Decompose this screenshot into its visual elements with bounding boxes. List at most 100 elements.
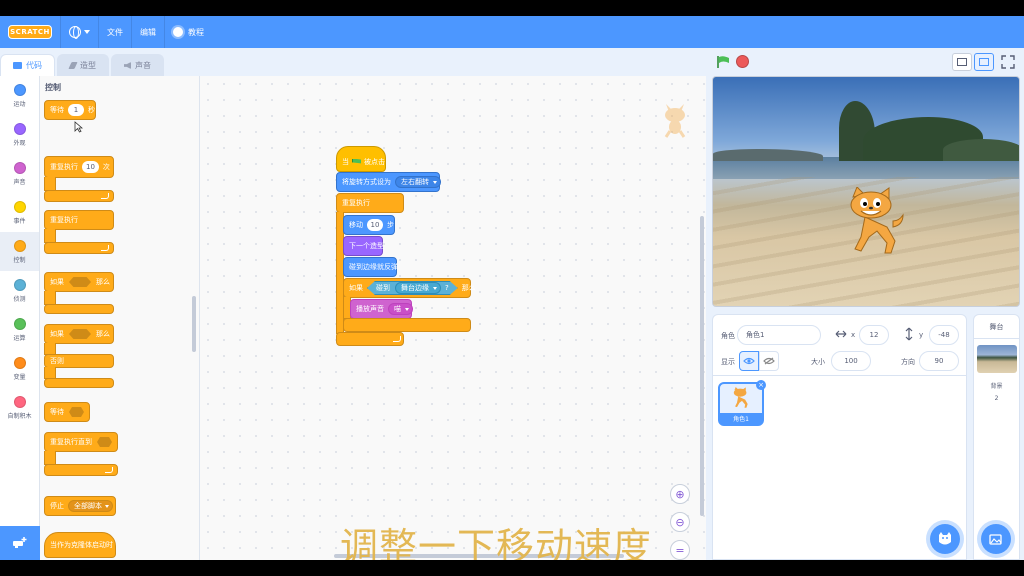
category-label: 声音	[13, 178, 26, 186]
x-label: x	[851, 331, 856, 339]
x-arrows-icon	[835, 330, 847, 338]
zoom-in-icon: ⊕	[675, 487, 685, 501]
move-steps-input[interactable]: 10	[367, 219, 383, 231]
condition-slot[interactable]	[69, 329, 91, 339]
green-flag-button[interactable]	[716, 55, 730, 69]
condition-slot[interactable]	[69, 407, 84, 417]
stage-backdrop-mountain	[943, 139, 1019, 161]
small-stage-button[interactable]	[952, 53, 972, 71]
condition-slot[interactable]	[97, 437, 112, 447]
zoom-out-button[interactable]: ⊖	[670, 512, 690, 532]
repeat-until-foot	[44, 464, 118, 476]
if-touching-foot	[343, 318, 471, 332]
category-sensing[interactable]: 侦测	[0, 271, 39, 310]
forever-c-arm	[44, 229, 56, 243]
motion-dot-icon	[13, 83, 26, 96]
block-label: 被点击	[364, 158, 385, 166]
delete-sprite-button[interactable]: ×	[756, 380, 766, 390]
small-stage-icon	[957, 58, 967, 66]
control-dot-icon	[13, 239, 26, 252]
if-touching-block[interactable]: 如果 碰到 舞台边缘 ? 那么	[343, 278, 476, 298]
hide-sprite-button[interactable]	[759, 351, 779, 371]
language-menu[interactable]	[60, 16, 98, 48]
play-sound-block[interactable]: 播放声音 喵	[350, 299, 413, 319]
palette-title: 控制	[45, 83, 61, 92]
category-motion[interactable]: 运动	[0, 76, 39, 115]
category-control[interactable]: 控制	[0, 232, 39, 271]
file-menu-label: 文件	[107, 27, 123, 37]
choose-sprite-button[interactable]	[930, 524, 960, 554]
category-variables[interactable]: 变量	[0, 349, 39, 388]
file-menu[interactable]: 文件	[98, 16, 131, 48]
repeat-count-input[interactable]: 10	[82, 161, 99, 173]
code-workspace[interactable]: 当 被点击 将旋转方式设为 左右翻转 重复执行 移动 10 步 下一个造型 碰到…	[200, 76, 706, 560]
condition-slot[interactable]	[69, 277, 91, 287]
category-events[interactable]: 事件	[0, 193, 39, 232]
category-menu: 运动 外观 声音 事件 控制 侦测 运算 变量 自制积木	[0, 76, 40, 526]
clone-start-hat-block[interactable]: 当作为克隆体启动时	[44, 532, 116, 558]
category-sound[interactable]: 声音	[0, 154, 39, 193]
stop-option-dropdown[interactable]: 全部脚本	[68, 500, 113, 512]
forever-block[interactable]: 重复执行	[44, 210, 114, 230]
size-label: 大小	[811, 358, 825, 366]
block-label: 等待	[50, 408, 64, 416]
show-sprite-button[interactable]	[739, 351, 759, 371]
size-input[interactable]: 100	[831, 351, 871, 371]
category-label: 运动	[13, 100, 26, 108]
tab-code[interactable]: 代码	[0, 54, 55, 76]
block-label: 下一个造型	[349, 242, 384, 250]
wait-seconds-input[interactable]: 1	[68, 104, 84, 116]
zoom-in-button[interactable]: ⊕	[670, 484, 690, 504]
sprite-tile[interactable]: × 角色1	[718, 380, 766, 426]
sound-dropdown[interactable]: 喵	[388, 303, 413, 315]
block-label: 重复执行直到	[50, 438, 92, 446]
touching-target-dropdown[interactable]: 舞台边缘	[395, 282, 441, 294]
repeat-until-c-arm	[44, 451, 56, 465]
sprite-name-input[interactable]: 角色1	[737, 325, 821, 345]
set-rotation-style-block[interactable]: 将旋转方式设为 左右翻转	[336, 172, 441, 192]
edit-menu[interactable]: 编辑	[131, 16, 164, 48]
if-else-block[interactable]: 如果 那么	[44, 324, 114, 344]
add-extension-button[interactable]	[0, 526, 40, 560]
stage-canvas[interactable]	[712, 76, 1020, 307]
zoom-reset-icon: =	[675, 543, 685, 557]
if-then-block[interactable]: 如果 那么	[44, 272, 114, 292]
tab-costumes[interactable]: 造型	[57, 54, 109, 76]
wait-block[interactable]: 等待 1 秒	[44, 100, 96, 120]
sprite-name-label: 角色	[721, 332, 735, 340]
repeat-until-block[interactable]: 重复执行直到	[44, 432, 118, 452]
stop-block[interactable]: 停止 全部脚本	[44, 496, 116, 516]
y-position-input[interactable]: -48	[929, 325, 959, 345]
category-label: 自制积木	[7, 412, 32, 420]
next-costume-block[interactable]: 下一个造型	[343, 236, 384, 256]
forever-script-block[interactable]: 重复执行	[336, 193, 404, 213]
tutorials-menu[interactable]: 教程	[164, 16, 212, 48]
touching-condition[interactable]: 碰到 舞台边缘 ?	[367, 281, 458, 295]
category-my-blocks[interactable]: 自制积木	[0, 388, 39, 427]
sprite-cat-icon[interactable]	[847, 187, 907, 257]
stop-button[interactable]	[736, 55, 749, 68]
when-flag-clicked-hat-block[interactable]: 当 被点击	[336, 146, 386, 172]
repeat-block[interactable]: 重复执行 10 次	[44, 156, 114, 178]
fullscreen-button[interactable]	[998, 53, 1018, 71]
scratch-logo[interactable]: SCRATCH	[8, 25, 52, 39]
choose-backdrop-button[interactable]	[981, 524, 1011, 554]
mouse-cursor-icon	[74, 121, 83, 133]
stage-header	[706, 48, 1024, 76]
bounce-on-edge-block[interactable]: 碰到边缘就反弹	[343, 257, 398, 277]
block-label: 移动	[349, 221, 363, 229]
editor-tabs: 代码 造型 声音	[0, 54, 166, 76]
palette-scrollbar[interactable]	[192, 296, 196, 352]
code-vertical-scrollbar[interactable]	[700, 216, 704, 516]
category-operators[interactable]: 运算	[0, 310, 39, 349]
move-steps-block[interactable]: 移动 10 步	[343, 215, 395, 235]
tab-sounds[interactable]: 声音	[111, 54, 164, 76]
direction-input[interactable]: 90	[919, 351, 959, 371]
x-position-input[interactable]: 12	[859, 325, 889, 345]
category-looks[interactable]: 外观	[0, 115, 39, 154]
rotation-style-dropdown[interactable]: 左右翻转	[395, 176, 441, 188]
y-label: y	[919, 331, 924, 339]
zoom-reset-button[interactable]: =	[670, 540, 690, 560]
wait-until-block[interactable]: 等待	[44, 402, 90, 422]
normal-stage-button[interactable]	[974, 53, 994, 71]
